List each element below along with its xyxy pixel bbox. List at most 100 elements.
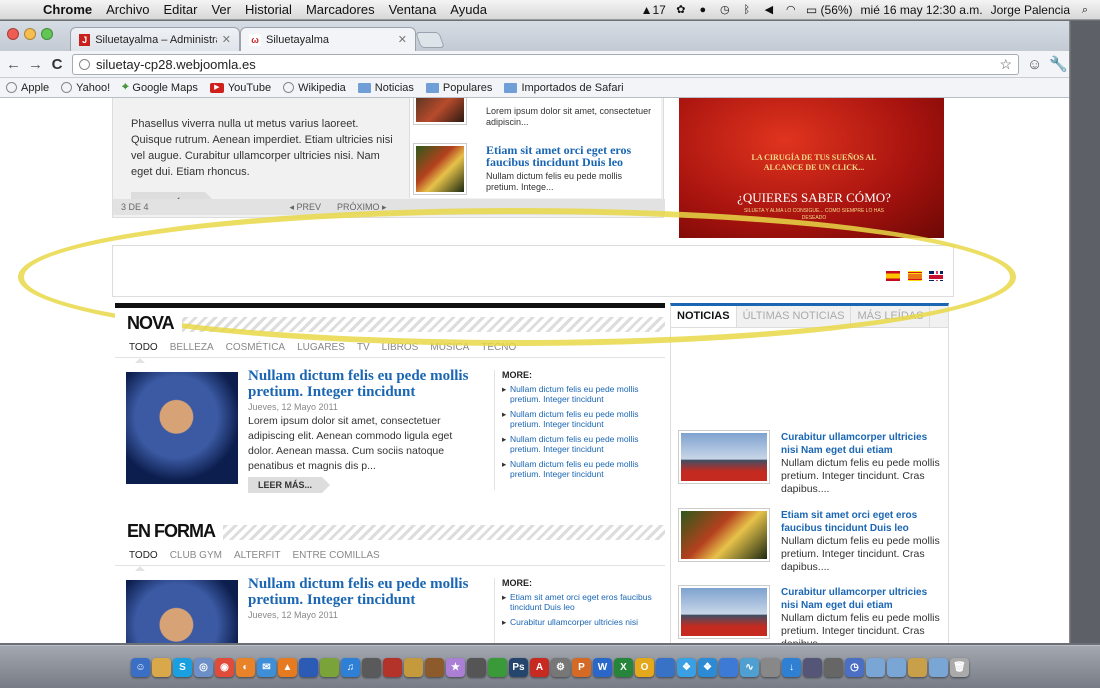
tab-tv[interactable]: TV (357, 342, 370, 357)
close-window-icon[interactable] (7, 28, 19, 40)
menu-ventana[interactable]: Ventana (382, 2, 444, 17)
downloads-stack-icon[interactable] (908, 657, 927, 677)
tab-noticias[interactable]: NOTICIAS (671, 306, 737, 327)
battery-indicator[interactable]: ▭ (56%) (806, 3, 853, 17)
documents-folder-icon[interactable] (887, 657, 906, 677)
spotlight-search-icon[interactable]: ⌕ (1078, 4, 1092, 16)
wifi-icon[interactable]: ◠ (784, 4, 798, 16)
excel-icon[interactable]: X (614, 657, 633, 677)
spanish-flag-icon[interactable] (886, 271, 900, 281)
dropbox-status-icon[interactable]: ● (696, 4, 710, 16)
tab-todo[interactable]: TODO (129, 550, 158, 571)
system-preferences-icon[interactable]: ⚙ (551, 657, 570, 677)
clapper-icon[interactable] (467, 657, 486, 677)
vlc-icon[interactable]: ▲ (278, 657, 297, 677)
timemachine-status-icon[interactable]: ◷ (718, 4, 732, 16)
menu-archivo[interactable]: Archivo (99, 2, 156, 17)
story-image[interactable] (126, 372, 238, 484)
english-flag-icon[interactable] (929, 271, 943, 281)
forward-arrow-icon[interactable]: → (28, 56, 43, 73)
tab-club-gym[interactable]: CLUB GYM (170, 550, 222, 565)
activity-monitor-icon[interactable] (488, 657, 507, 677)
word-icon[interactable]: W (593, 657, 612, 677)
star-app-icon[interactable]: ★ (446, 657, 465, 677)
network-icon[interactable]: ∿ (740, 657, 759, 677)
close-tab-icon[interactable]: ✕ (222, 33, 231, 46)
tab-cosmetica[interactable]: COSMÉTICA (226, 342, 285, 357)
tab-libros[interactable]: LIBROS (382, 342, 419, 357)
menubar-clock[interactable]: mié 16 may 12:30 a.m. (861, 3, 983, 17)
pager-next-button[interactable]: PRÓXIMO ▸ (329, 202, 395, 213)
more-link[interactable]: Nullam dictum felis eu pede mollis preti… (502, 384, 654, 404)
ad-banner[interactable]: LA CIRUGÍA DE TUS SUEÑOS AL ALCANCE DE U… (679, 98, 944, 238)
gear-status-icon[interactable]: ✿ (674, 4, 688, 16)
safari-icon[interactable]: ◎ (194, 657, 213, 677)
menu-historial[interactable]: Historial (238, 2, 299, 17)
tab-belleza[interactable]: BELLEZA (170, 342, 214, 357)
news-item[interactable]: Curabitur ullamcorper ultricies nisi Nam… (679, 431, 946, 495)
tab-mas-leidas[interactable]: MÁS LEÍDAS (851, 306, 931, 327)
more-link[interactable]: Etiam sit amet orci eget eros faucibus t… (502, 592, 654, 612)
textedit-icon[interactable] (404, 657, 423, 677)
menu-marcadores[interactable]: Marcadores (299, 2, 382, 17)
bookmark-yahoo[interactable]: Yahoo! (61, 82, 110, 94)
volume-icon[interactable]: ◀ (762, 4, 776, 16)
story-title[interactable]: Nullam dictum felis eu pede mollis preti… (248, 576, 488, 608)
dropbox-icon[interactable]: ❖ (677, 657, 696, 677)
blackberry-icon[interactable] (362, 657, 381, 677)
photobooth-icon[interactable] (383, 657, 402, 677)
tab-entre-comillas[interactable]: ENTRE COMILLAS (292, 550, 379, 565)
time-machine-icon[interactable]: ◷ (845, 657, 864, 677)
folder-stack-icon[interactable] (929, 657, 948, 677)
wrench-menu-icon[interactable]: 🔧 (1049, 55, 1068, 73)
new-tab-button[interactable] (415, 32, 445, 48)
tab-musica[interactable]: MÚSICA (430, 342, 469, 357)
extension-icon[interactable]: ☺ (1027, 56, 1042, 73)
notes-icon[interactable] (152, 657, 171, 677)
outlook-icon[interactable]: O (635, 657, 654, 677)
stickies-icon[interactable] (425, 657, 444, 677)
trash-icon[interactable]: 🗑 (950, 657, 969, 677)
bookmark-wikipedia[interactable]: Wikipedia (283, 82, 346, 94)
pager-prev-button[interactable]: ◂ PREV (282, 202, 330, 213)
reload-icon[interactable]: C (50, 56, 64, 73)
itunes-icon[interactable]: ♫ (341, 657, 360, 677)
zoom-window-icon[interactable] (41, 28, 53, 40)
bookmark-folder-safari[interactable]: Importados de Safari (504, 82, 624, 94)
back-arrow-icon[interactable]: ← (6, 56, 21, 73)
tab-admin[interactable]: J Siluetayalma – Administració ✕ (70, 27, 240, 51)
preview-icon[interactable] (320, 657, 339, 677)
slider-item-title[interactable]: Etiam sit amet orci eget eros faucibus t… (486, 144, 657, 168)
menu-ayuda[interactable]: Ayuda (443, 2, 494, 17)
bookmark-star-icon[interactable]: ☆ (999, 56, 1012, 73)
bookmark-folder-noticias[interactable]: Noticias (357, 82, 414, 94)
tab-siluetayalma[interactable]: ω Siluetayalma ✕ (240, 27, 416, 51)
close-tab-icon[interactable]: ✕ (398, 33, 407, 46)
more-link[interactable]: Nullam dictum felis eu pede mollis preti… (502, 434, 654, 454)
slider-item[interactable]: Lorem ipsum dolor sit amet, consectetuer… (410, 98, 661, 140)
menu-ver[interactable]: Ver (204, 2, 238, 17)
menu-app-chrome[interactable]: Chrome (36, 2, 99, 17)
powerpoint-icon[interactable]: P (572, 657, 591, 677)
adobe-status-icon[interactable]: ▲17 (641, 3, 666, 17)
tab-tecno[interactable]: TECNO (481, 342, 516, 357)
tab-alterfit[interactable]: ALTERFIT (234, 550, 280, 565)
applications-folder-icon[interactable] (866, 657, 885, 677)
printer-icon[interactable] (824, 657, 843, 677)
catalan-flag-icon[interactable] (908, 271, 922, 281)
bookmark-folder-populares[interactable]: Populares (425, 82, 492, 94)
filezilla-icon[interactable] (719, 657, 738, 677)
news-item[interactable]: Etiam sit amet orci eget eros faucibus t… (679, 509, 946, 573)
bookmark-apple[interactable]: Apple (6, 82, 49, 94)
address-bar[interactable]: siluetay-cp28.webjoomla.es ☆ (72, 53, 1019, 75)
story-readmore-button[interactable]: LEER MÁS... (248, 477, 331, 493)
news-title[interactable]: Curabitur ullamcorper ultricies nisi Nam… (781, 431, 946, 457)
bluetooth-icon[interactable]: ᛒ (740, 4, 754, 16)
trash-folder-icon[interactable] (761, 657, 780, 677)
menu-editar[interactable]: Editar (156, 2, 204, 17)
finder-icon[interactable]: ☺ (131, 657, 150, 677)
bookmark-youtube[interactable]: ▶ YouTube (209, 82, 271, 94)
news-title[interactable]: Etiam sit amet orci eget eros faucibus t… (781, 509, 946, 535)
more-link[interactable]: Nullam dictum felis eu pede mollis preti… (502, 409, 654, 429)
page-info-icon[interactable] (79, 58, 90, 70)
